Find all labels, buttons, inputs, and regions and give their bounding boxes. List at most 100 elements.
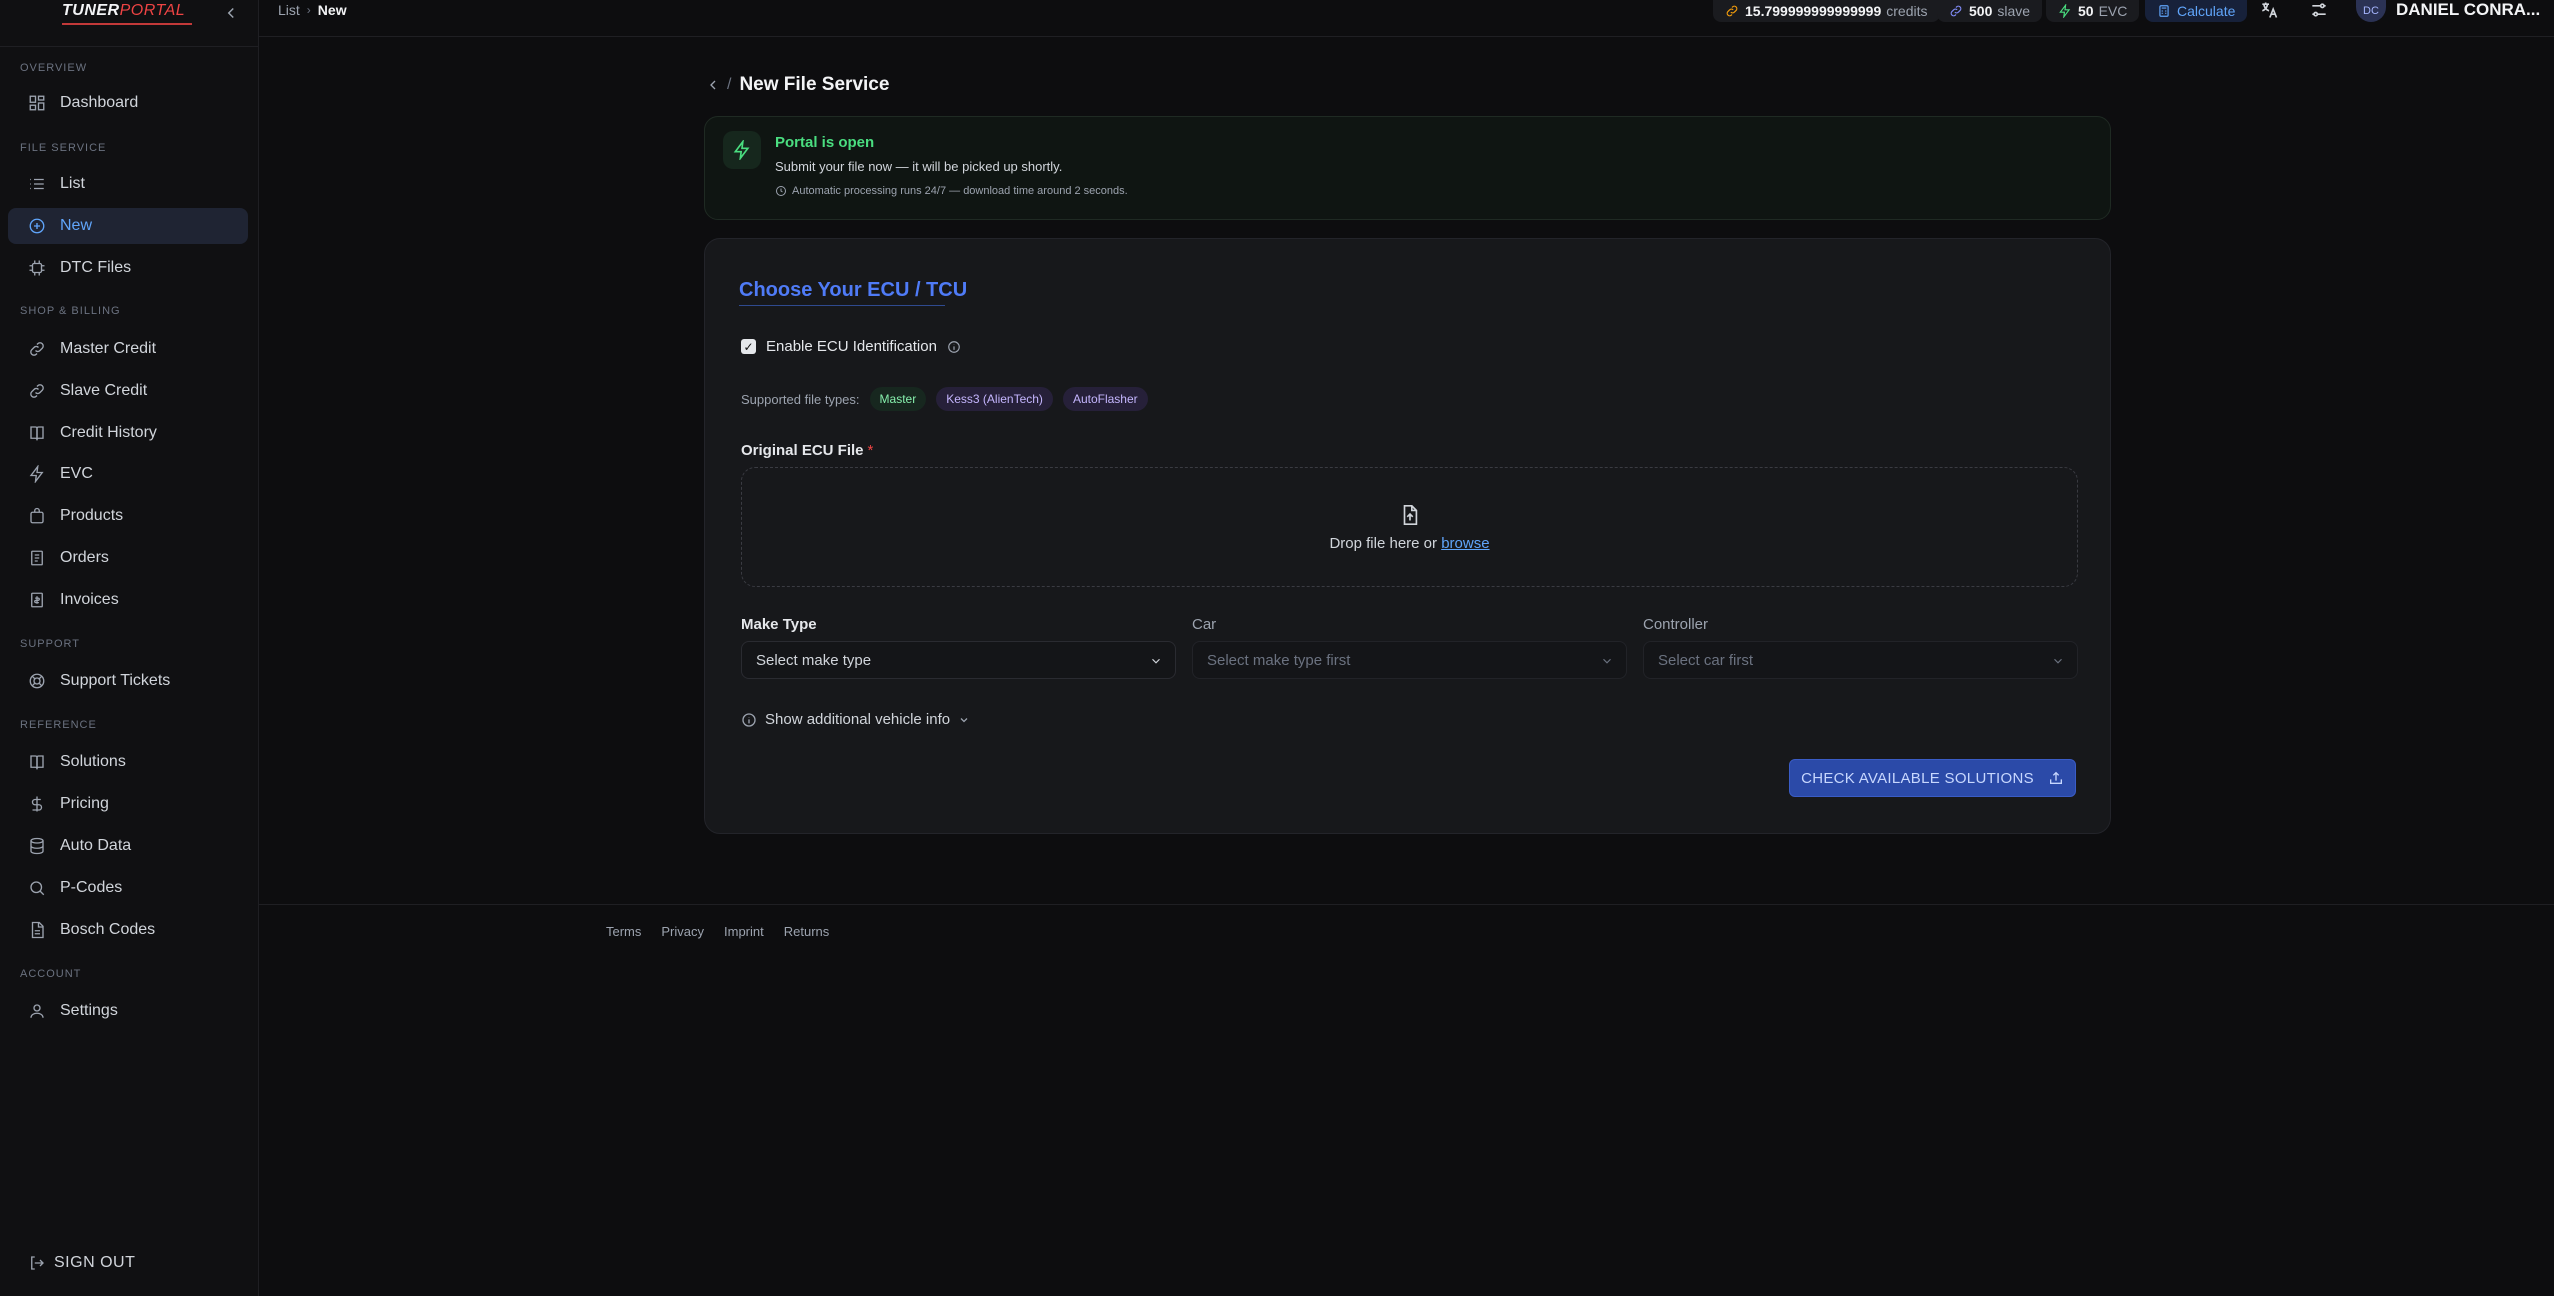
section-label-overview: OVERVIEW — [20, 62, 88, 74]
sign-out-button[interactable]: SIGN OUT — [28, 1254, 135, 1272]
credits-label: credits — [1886, 3, 1928, 19]
file-dropzone[interactable]: Drop file here or browse — [741, 467, 2078, 587]
sidebar-item-label: DTC Files — [60, 259, 132, 276]
calculate-label: Calculate — [2177, 3, 2236, 19]
receipt-icon — [28, 549, 46, 567]
make-type-select[interactable]: Select make type — [741, 641, 1176, 679]
translate-icon[interactable] — [2259, 0, 2279, 20]
sidebar-item-list[interactable]: List — [8, 166, 248, 202]
brand-logo[interactable]: TUNERPORTAL — [62, 2, 185, 24]
evc-badge[interactable]: 50 EVC — [2046, 0, 2140, 22]
sidebar-item-dtc-files[interactable]: DTC Files — [8, 250, 248, 286]
ecu-identification-toggle[interactable]: ✓ Enable ECU Identification — [741, 338, 961, 355]
banner-subtitle: Submit your file now — it will be picked… — [775, 159, 1063, 174]
sidebar-item-label: Products — [60, 507, 124, 524]
breadcrumb: List › New — [278, 0, 347, 20]
file-type-tag: Master — [869, 387, 927, 411]
page-header: / New File Service — [705, 72, 889, 98]
footer: Terms Privacy Imprint Returns — [606, 924, 849, 939]
check-solutions-button[interactable]: CHECK AVAILABLE SOLUTIONS — [1789, 759, 2076, 797]
database-icon — [28, 837, 46, 855]
required-mark: * — [867, 442, 874, 459]
sidebar-item-label: Pricing — [60, 795, 109, 812]
checkbox-checked-icon[interactable]: ✓ — [741, 339, 756, 354]
sidebar-item-bosch-codes[interactable]: Bosch Codes — [8, 912, 248, 948]
sidebar-item-master-credit[interactable]: Master Credit — [8, 331, 248, 367]
sidebar-item-support-tickets[interactable]: Support Tickets — [8, 663, 248, 699]
sidebar-item-label: Bosch Codes — [60, 921, 156, 938]
breadcrumb-separator-icon: › — [306, 3, 311, 17]
sidebar-item-label: Slave Credit — [60, 382, 148, 399]
additional-info-toggle[interactable]: Show additional vehicle info — [741, 711, 970, 728]
footer-divider — [259, 904, 2554, 905]
calculate-button[interactable]: Calculate — [2145, 0, 2248, 22]
sidebar-item-auto-data[interactable]: Auto Data — [8, 828, 248, 864]
sidebar-item-invoices[interactable]: Invoices — [8, 582, 248, 618]
controller-select[interactable]: Select car first — [1643, 641, 2078, 679]
section-label-reference: REFERENCE — [20, 719, 97, 731]
sidebar-item-products[interactable]: Products — [8, 498, 248, 534]
section-label-shop-billing: SHOP & BILLING — [20, 305, 121, 317]
sidebar-item-credit-history[interactable]: Credit History — [8, 415, 248, 451]
title-separator: / — [727, 76, 732, 93]
file-field-label: Original ECU File * — [741, 442, 873, 459]
sidebar-item-evc[interactable]: EVC — [8, 456, 248, 492]
slave-credits-badge[interactable]: 500 slave — [1937, 0, 2043, 22]
sidebar-item-label: Support Tickets — [60, 672, 171, 689]
section-label-account: ACCOUNT — [20, 968, 82, 980]
sidebar-item-solutions[interactable]: Solutions — [8, 744, 248, 780]
user-name[interactable]: DANIEL CONRA... — [2396, 0, 2540, 20]
footer-link-privacy[interactable]: Privacy — [661, 924, 704, 939]
footer-link-terms[interactable]: Terms — [606, 924, 641, 939]
sidebar-item-orders[interactable]: Orders — [8, 540, 248, 576]
sidebar-item-label: P-Codes — [60, 879, 123, 896]
info-icon[interactable] — [947, 340, 961, 354]
sidebar-item-dashboard[interactable]: Dashboard — [8, 85, 248, 121]
sidebar-item-slave-credit[interactable]: Slave Credit — [8, 373, 248, 409]
brand-underline — [62, 23, 192, 25]
sidebar-item-label: Invoices — [60, 591, 119, 608]
form-title: Choose Your ECU / TCU — [739, 279, 968, 301]
dropzone-hint: Drop file here or — [1329, 534, 1438, 552]
banner-heading: Portal is open — [775, 134, 875, 151]
browse-link[interactable]: browse — [1441, 535, 1489, 552]
sidebar-item-label: Orders — [60, 549, 109, 566]
slave-label: slave — [1997, 3, 2031, 19]
check-solutions-label: CHECK AVAILABLE SOLUTIONS — [1801, 769, 2034, 787]
car-select[interactable]: Select make type first — [1192, 641, 1627, 679]
breadcrumb-parent[interactable]: List — [278, 2, 300, 18]
sidebar-item-label: Master Credit — [60, 340, 157, 357]
sidebar-item-label: List — [60, 175, 85, 192]
sidebar-item-label: Dashboard — [60, 94, 139, 111]
file-type-tag: AutoFlasher — [1062, 387, 1148, 411]
ecu-form-card: Choose Your ECU / TCU ✓ Enable ECU Ident… — [704, 238, 2111, 834]
banner-note-text: Automatic processing runs 24/7 — downloa… — [792, 185, 1128, 197]
calculator-icon — [2157, 4, 2171, 18]
sidebar-item-new[interactable]: New — [8, 208, 248, 244]
lifebuoy-icon — [28, 672, 46, 690]
sliders-icon[interactable] — [2309, 0, 2329, 20]
evc-value: 50 — [2078, 3, 2094, 19]
page-title: New File Service — [739, 74, 890, 95]
collapse-sidebar-icon[interactable] — [222, 4, 240, 22]
sign-out-label: SIGN OUT — [54, 1254, 136, 1271]
sidebar-item-pricing[interactable]: Pricing — [8, 786, 248, 822]
footer-link-returns[interactable]: Returns — [784, 924, 830, 939]
controller-value: Select car first — [1658, 651, 1754, 669]
upload-icon — [2048, 770, 2064, 786]
file-upload-icon — [1399, 503, 1421, 527]
chevron-down-icon — [1149, 654, 1163, 668]
book-icon — [28, 424, 46, 442]
footer-link-imprint[interactable]: Imprint — [724, 924, 764, 939]
supported-file-types: Supported file types: Master Kess3 (Alie… — [741, 387, 1148, 411]
sidebar-item-settings[interactable]: Settings — [8, 993, 248, 1029]
sidebar-item-p-codes[interactable]: P-Codes — [8, 870, 248, 906]
sidebar-item-label: Credit History — [60, 424, 157, 441]
plus-circle-icon — [28, 217, 46, 235]
list-icon — [28, 175, 46, 193]
slave-value: 500 — [1969, 3, 1993, 19]
back-icon[interactable] — [705, 77, 721, 93]
credits-badge[interactable]: 15.799999999999999 credits — [1713, 0, 1940, 22]
user-icon — [28, 1002, 46, 1020]
sidebar-item-label: Settings — [60, 1002, 118, 1019]
